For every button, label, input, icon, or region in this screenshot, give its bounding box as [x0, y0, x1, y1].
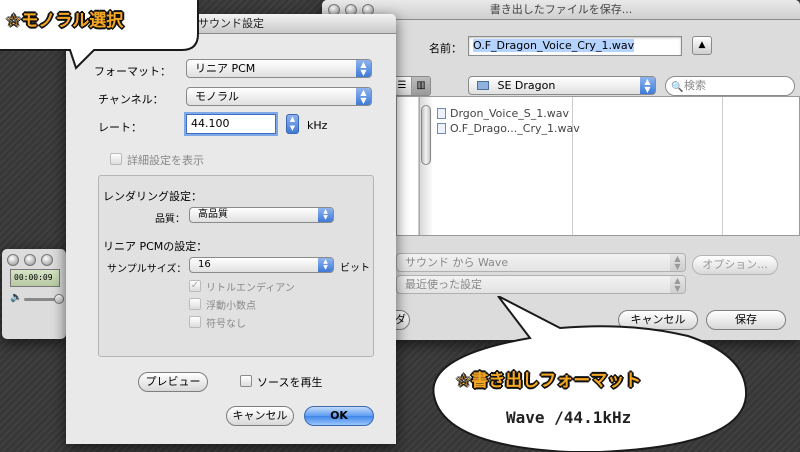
format-callout-balloon: ☆書き出しフォーマット Wave /44.1kHz [420, 296, 750, 452]
popup-arrows-icon: ▲ ▼ [640, 77, 655, 94]
minimize-button[interactable] [24, 254, 36, 266]
unsigned-checkbox[interactable] [189, 316, 201, 328]
format-popup[interactable]: リニア PCM ▲ ▼ [186, 59, 372, 78]
rate-input[interactable]: 44.100 [186, 114, 276, 134]
filename-input[interactable]: O.F_Dragon_Voice_Cry_1.wav [468, 36, 682, 56]
popup-arrows-icon: ▲ ▼ [318, 258, 333, 272]
popup-arrows-icon: ▲ ▼ [670, 254, 685, 271]
cancel-button[interactable]: キャンセル [226, 406, 294, 426]
channel-label: チャンネル： [98, 93, 164, 106]
search-icon: 🔍 [671, 82, 684, 93]
browser-column-1 [397, 97, 419, 235]
format-detail-text: Wave /44.1kHz [506, 408, 632, 427]
rate-stepper[interactable]: ▲ ▼ [286, 114, 299, 134]
mono-callout-text: ☆モノラル選択 [6, 11, 124, 31]
rate-label: レート： [98, 121, 142, 134]
file-browser[interactable]: Drgon_Voice_S_1.wav O.F_Drago..._Cry_1.w… [396, 96, 800, 236]
popup-arrows-icon: ▲ ▼ [356, 88, 371, 105]
play-source-checkbox[interactable] [240, 375, 252, 387]
search-placeholder: 検索 [684, 79, 706, 92]
pcm-heading: リニア PCMの設定： [103, 240, 208, 253]
bit-unit: ビット [340, 263, 370, 274]
popup-arrows-icon: ▲ ▼ [318, 208, 333, 222]
file-item[interactable]: Drgon_Voice_S_1.wav [437, 107, 569, 120]
advanced-settings-group: レンダリング設定： 品質： 高品質 ▲ ▼ リニア PCMの設定： サンプルサイズ… [98, 175, 374, 357]
browser-column-3 [573, 97, 723, 235]
format-value: リニア PCM [195, 62, 256, 75]
audio-file-icon [437, 123, 446, 134]
sound-dialog-title: サウンド設定 [198, 17, 264, 30]
audio-file-icon [437, 108, 446, 119]
volume-slider[interactable] [24, 294, 64, 304]
format-callout-text: ☆書き出しフォーマット [456, 371, 642, 391]
zoom-button[interactable] [41, 254, 53, 266]
quality-label: 品質： [155, 214, 185, 225]
folder-popup[interactable]: SE Dragon ▲ ▼ [468, 76, 656, 95]
browser-column-files: Drgon_Voice_S_1.wav O.F_Drago..._Cry_1.w… [433, 97, 580, 235]
sample-size-popup[interactable]: 16 ▲ ▼ [189, 257, 334, 273]
preview-button[interactable]: プレビュー [138, 372, 208, 392]
quality-value: 高品質 [198, 209, 228, 220]
rate-unit: kHz [307, 119, 328, 132]
recent-settings-popup[interactable]: 最近使った設定 ▲ ▼ [396, 275, 686, 294]
sample-size-value: 16 [198, 259, 211, 270]
ok-button[interactable]: OK [304, 406, 374, 426]
filename-value: O.F_Dragon_Voice_Cry_1.wav [473, 39, 635, 52]
folder-icon [477, 81, 489, 90]
column-scrollbar[interactable] [419, 97, 432, 235]
little-endian-label: リトルエンディアン [206, 283, 295, 294]
channel-value: モノラル [195, 90, 239, 103]
show-advanced-checkbox[interactable] [110, 153, 122, 165]
play-source-label: ソースを再生 [257, 376, 323, 389]
unsigned-label: 符号なし [206, 319, 246, 330]
little-endian-checkbox[interactable]: ✓ [189, 280, 201, 292]
column-view-icon[interactable]: ▥ [411, 77, 430, 95]
floating-point-label: 浮動小数点 [206, 301, 256, 312]
folder-name: SE Dragon [497, 79, 556, 92]
file-item[interactable]: O.F_Drago..._Cry_1.wav [437, 122, 580, 135]
recent-settings-value: 最近使った設定 [405, 278, 482, 291]
close-button[interactable] [7, 254, 19, 266]
export-format-popup[interactable]: サウンド から Wave ▲ ▼ [396, 253, 686, 272]
volume-icon: 🔈 [10, 292, 23, 303]
popup-arrows-icon: ▲ ▼ [670, 276, 685, 293]
channel-popup[interactable]: モノラル ▲ ▼ [186, 87, 372, 106]
triangle-up-icon: ▲ [698, 40, 706, 50]
scroll-thumb[interactable] [421, 105, 431, 165]
search-input[interactable]: 🔍 検索 [665, 76, 795, 96]
save-window-title: 書き出したファイルを保存... [489, 3, 633, 16]
sample-size-label: サンプルサイズ： [107, 264, 187, 275]
render-heading: レンダリング設定： [103, 190, 202, 203]
player-window: 00:00:09 🔈 [2, 249, 66, 339]
volume-knob[interactable] [54, 294, 64, 304]
quality-popup[interactable]: 高品質 ▲ ▼ [189, 207, 334, 223]
time-display: 00:00:09 [10, 269, 60, 287]
export-format-value: サウンド から Wave [405, 256, 509, 269]
sound-settings-dialog: サウンド設定 フォーマット： リニア PCM ▲ ▼ チャンネル： モノラル ▲ ▼… [66, 14, 396, 444]
popup-arrows-icon: ▲ ▼ [356, 60, 371, 77]
show-advanced-label: 詳細設定を表示 [127, 154, 204, 167]
mono-callout-balloon: ☆モノラル選択 [0, 0, 204, 70]
name-label: 名前： [429, 42, 462, 55]
options-button[interactable]: オプション... [692, 255, 778, 275]
window-controls [7, 254, 53, 266]
floating-point-checkbox[interactable] [189, 298, 201, 310]
expand-dialog-button[interactable]: ▲ [692, 36, 712, 55]
